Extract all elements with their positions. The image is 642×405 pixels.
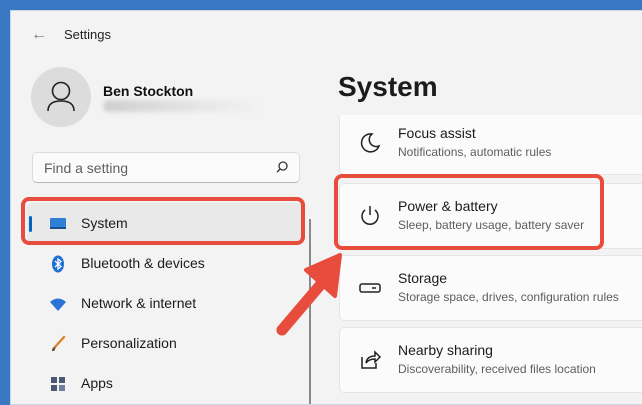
page-title: System — [338, 71, 438, 102]
sidebar-item-apps[interactable]: Apps — [27, 363, 303, 403]
user-name: Ben Stockton — [103, 83, 194, 99]
share-icon — [361, 350, 382, 369]
card-subtitle: Storage space, drives, configuration rul… — [398, 290, 619, 304]
wifi-icon — [50, 298, 66, 311]
card-storage[interactable]: Storage Storage space, drives, configura… — [339, 255, 642, 321]
user-icon — [47, 81, 75, 112]
sidebar-item-label: Network & internet — [81, 295, 197, 311]
sidebar-item-label: Personalization — [81, 335, 177, 351]
storage-icon — [359, 283, 381, 293]
brush-icon — [52, 335, 66, 351]
title-bar: ← Settings — [11, 11, 642, 59]
card-subtitle: Notifications, automatic rules — [398, 145, 552, 159]
search-input[interactable] — [42, 159, 266, 177]
card-title: Storage — [398, 270, 448, 286]
sidebar-item-label: Apps — [81, 375, 113, 391]
bluetooth-icon — [52, 255, 64, 273]
card-subtitle: Discoverability, received files location — [398, 362, 596, 376]
sidebar-item-bluetooth[interactable]: Bluetooth & devices — [27, 243, 303, 283]
back-arrow-icon[interactable]: ← — [31, 25, 51, 45]
search-box[interactable] — [32, 152, 300, 183]
highlight-system — [21, 197, 305, 245]
sidebar-scrollbar[interactable] — [309, 219, 311, 404]
card-nearby-sharing[interactable]: Nearby sharing Discoverability, received… — [339, 327, 642, 393]
sidebar-item-personalization[interactable]: Personalization — [27, 323, 303, 363]
sidebar-item-label: Bluetooth & devices — [81, 255, 205, 271]
avatar[interactable] — [31, 67, 91, 127]
sidebar-item-network[interactable]: Network & internet — [27, 283, 303, 323]
user-email-redacted — [103, 100, 263, 112]
moon-icon — [360, 133, 381, 153]
card-title: Nearby sharing — [398, 342, 493, 358]
apps-icon — [51, 377, 65, 391]
search-icon[interactable] — [275, 160, 289, 174]
app-title: Settings — [64, 27, 111, 42]
highlight-power-battery — [334, 174, 604, 250]
card-focus-assist[interactable]: Focus assist Notifications, automatic ru… — [339, 115, 642, 175]
card-title: Focus assist — [398, 125, 476, 141]
